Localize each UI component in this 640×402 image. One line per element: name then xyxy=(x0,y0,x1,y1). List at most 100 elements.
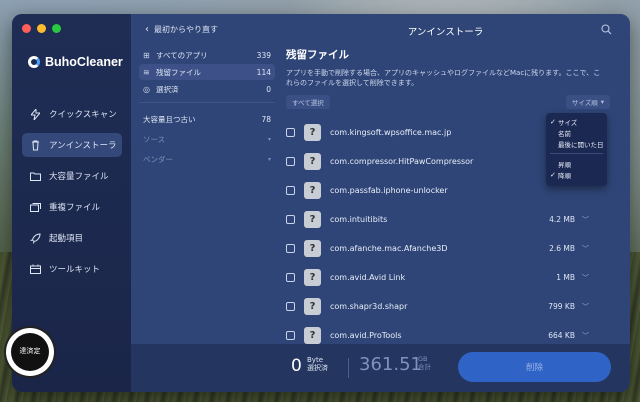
divider xyxy=(348,358,349,378)
question-mark-icon: ? xyxy=(304,240,321,257)
main-panel: ‹ 最初からやり直す アンインストーラ ⊞ すべてのアプリ 339 ≋ 残留ファ… xyxy=(131,14,630,392)
sidebar-item-quick-scan[interactable]: クイックスキャン xyxy=(22,102,122,126)
layers-icon: ≋ xyxy=(143,67,150,77)
sidebar-item-label: 起動項目 xyxy=(49,234,84,244)
item-checkbox[interactable] xyxy=(286,157,295,166)
category-count: 0 xyxy=(266,84,271,94)
selected-size-value: 0 xyxy=(291,356,302,376)
chevron-down-icon[interactable]: ﹀ xyxy=(582,273,589,283)
sidebar-item-large-files[interactable]: 大容量ファイル xyxy=(22,164,122,188)
category-list: ⊞ すべてのアプリ 339 ≋ 残留ファイル 114 ◎ 選択済 0 大容量且つ… xyxy=(139,47,275,168)
category-leftover-files[interactable]: ≋ 残留ファイル 114 xyxy=(139,64,275,80)
search-icon[interactable] xyxy=(601,24,612,35)
sort-button[interactable]: サイズ順 ▾ xyxy=(565,95,610,109)
item-checkbox[interactable] xyxy=(286,215,295,224)
total-label: 合計 xyxy=(418,362,431,371)
category-selected[interactable]: ◎ 選択済 0 xyxy=(139,81,275,97)
category-source[interactable]: ソース ▾ xyxy=(139,131,275,147)
footer-bar: 0 Byte 選択済 361.51 GB 合計 削除 xyxy=(131,344,630,392)
item-name: com.compressor.HitPawCompressor xyxy=(330,157,474,166)
item-checkbox[interactable] xyxy=(286,186,295,195)
category-count: 78 xyxy=(261,114,271,124)
lightning-icon xyxy=(30,108,41,120)
sort-option-label: 名前 xyxy=(558,129,571,138)
select-all-button[interactable]: すべて選択 xyxy=(286,95,330,109)
item-name: com.avid.Avid Link xyxy=(330,273,406,282)
toolkit-icon xyxy=(30,264,41,275)
item-checkbox[interactable] xyxy=(286,128,295,137)
list-item[interactable]: ? com.intuitibits 4.2 MB ﹀ xyxy=(286,205,591,234)
item-size: 1 MB xyxy=(556,273,575,282)
total-unit: GB xyxy=(418,355,428,363)
badge-text: 達済定 xyxy=(19,347,41,356)
question-mark-icon: ? xyxy=(304,298,321,315)
chevron-down-icon[interactable]: ﹀ xyxy=(582,244,589,254)
sort-order-descending[interactable]: ✓ 降順 xyxy=(546,169,607,180)
checkmark-icon: ✓ xyxy=(550,170,556,179)
sort-option-name[interactable]: 名前 xyxy=(546,127,607,138)
trash-icon xyxy=(30,140,41,151)
section-description: アプリを手動で削除する場合、アプリのキャッシュやログファイルなどMacに残ります… xyxy=(286,69,601,88)
item-size: 2.6 MB xyxy=(549,244,575,253)
sort-option-label: 最後に開いた日 xyxy=(558,140,604,149)
divider xyxy=(139,102,275,103)
window-controls xyxy=(22,24,61,33)
sort-label: サイズ順 xyxy=(571,99,598,107)
category-label: 選択済 xyxy=(156,84,179,94)
duplicate-icon xyxy=(30,202,41,213)
item-name: com.passfab.iphone-unlocker xyxy=(330,186,448,195)
total-size-unit: GB 合計 xyxy=(418,355,431,372)
list-item[interactable]: ? com.avid.Avid Link 1 MB ﹀ xyxy=(286,263,591,292)
sidebar-item-toolkit[interactable]: ツールキット xyxy=(22,257,122,281)
item-size: 664 KB xyxy=(548,331,575,340)
selected-size-unit: Byte 選択済 xyxy=(307,356,328,373)
category-vendor[interactable]: ベンダー ▾ xyxy=(139,151,275,167)
sort-order-ascending[interactable]: 昇順 xyxy=(546,158,607,169)
divider xyxy=(550,153,603,154)
category-label: 残留ファイル xyxy=(156,67,201,77)
buhocleaner-logo-icon xyxy=(28,56,40,68)
item-size: 799 KB xyxy=(548,302,575,311)
category-label: 大容量且つ古い xyxy=(143,114,196,124)
item-name: com.shapr3d.shapr xyxy=(330,302,408,311)
question-mark-icon: ? xyxy=(304,269,321,286)
sidebar-item-label: 重複ファイル xyxy=(49,203,101,213)
sidebar-item-duplicates[interactable]: 重複ファイル xyxy=(22,195,122,219)
chevron-down-icon: ▾ xyxy=(600,98,604,106)
delete-button[interactable]: 削除 xyxy=(458,352,611,382)
item-checkbox[interactable] xyxy=(286,302,295,311)
app-window: BuhoCleaner クイックスキャン アンインストーラ 大容量ファイル 重複… xyxy=(12,14,630,392)
chevron-down-icon: ▾ xyxy=(267,135,271,143)
category-label: ソース xyxy=(143,134,166,144)
check-circle-icon: ◎ xyxy=(143,84,150,94)
item-checkbox[interactable] xyxy=(286,244,295,253)
category-label: すべてのアプリ xyxy=(156,50,208,60)
chevron-down-icon[interactable]: ﹀ xyxy=(582,215,589,225)
page-title: アンインストーラ xyxy=(407,27,484,38)
sort-order-label: 降順 xyxy=(558,171,571,180)
sidebar-item-uninstaller[interactable]: アンインストーラ xyxy=(22,133,122,157)
sidebar-item-label: ツールキット xyxy=(49,265,101,275)
category-all-apps[interactable]: ⊞ すべてのアプリ 339 xyxy=(139,47,275,63)
content-area: 残留ファイル アプリを手動で削除する場合、アプリのキャッシュやログファイルなどM… xyxy=(286,47,616,344)
close-button[interactable] xyxy=(22,24,31,33)
category-large-old[interactable]: 大容量且つ古い 78 xyxy=(139,111,275,127)
question-mark-icon: ? xyxy=(304,327,321,344)
item-checkbox[interactable] xyxy=(286,273,295,282)
sort-option-last-opened[interactable]: 最後に開いた日 xyxy=(546,138,607,149)
selected-label: 選択済 xyxy=(307,364,328,373)
sidebar-nav: クイックスキャン アンインストーラ 大容量ファイル 重複ファイル 起動項目 ツー… xyxy=(22,102,122,288)
chevron-down-icon[interactable]: ﹀ xyxy=(582,302,589,312)
category-count: 339 xyxy=(256,50,271,60)
zoom-button[interactable] xyxy=(52,24,61,33)
list-item[interactable]: ? com.shapr3d.shapr 799 KB ﹀ xyxy=(286,292,591,321)
list-item[interactable]: ? com.afanche.mac.Afanche3D 2.6 MB ﹀ xyxy=(286,234,591,263)
minimize-button[interactable] xyxy=(37,24,46,33)
sidebar-item-startup[interactable]: 起動項目 xyxy=(22,226,122,250)
sidebar-item-label: アンインストーラ xyxy=(49,141,117,151)
chevron-down-icon[interactable]: ﹀ xyxy=(582,331,589,341)
sort-order-label: 昇順 xyxy=(558,160,571,169)
item-checkbox[interactable] xyxy=(286,331,295,340)
section-title: 残留ファイル xyxy=(286,49,349,61)
sort-option-size[interactable]: ✓ サイズ xyxy=(546,116,607,127)
